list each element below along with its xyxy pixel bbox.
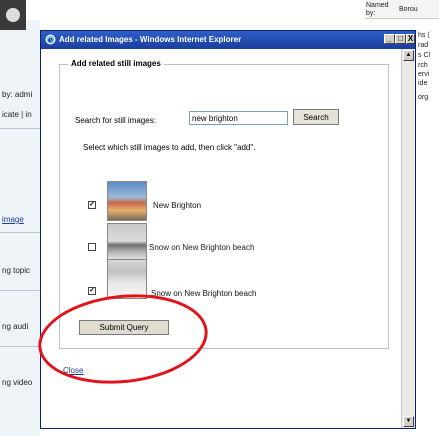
background-borough-label: Borou bbox=[399, 6, 418, 13]
image-caption-3: Snow on New Brighton beach bbox=[151, 289, 257, 298]
image-checkbox-1[interactable]: ✓ bbox=[88, 201, 96, 209]
background-page-left: by: admi icate | in image ng topic ng au… bbox=[0, 0, 40, 436]
background-link-audio[interactable]: ng audi bbox=[2, 322, 28, 331]
window-title: Add related Images - Windows Internet Ex… bbox=[59, 35, 242, 44]
minimize-button[interactable]: _ bbox=[384, 34, 395, 44]
scroll-down-icon[interactable]: ▼ bbox=[403, 416, 414, 427]
background-links[interactable]: icate | in bbox=[2, 110, 32, 119]
background-link-topic[interactable]: ng topic bbox=[2, 266, 30, 275]
background-page-right: hs ( rad s Cl rch ervi ide org bbox=[416, 30, 439, 110]
instruction-text: Select which still images to add, then c… bbox=[83, 143, 256, 152]
window-titlebar[interactable]: e Add related Images - Windows Internet … bbox=[41, 31, 415, 49]
background-named-label: Named bbox=[366, 2, 389, 9]
background-link-image[interactable]: image bbox=[2, 215, 24, 224]
background-divider bbox=[0, 290, 40, 291]
background-left-panel bbox=[0, 20, 40, 436]
background-by-label: by: bbox=[366, 10, 376, 17]
search-button[interactable]: Search bbox=[293, 109, 339, 125]
ie-icon: e bbox=[45, 34, 56, 45]
search-input[interactable] bbox=[189, 111, 288, 125]
background-divider bbox=[0, 232, 40, 233]
thumbnail-snow-beach-1 bbox=[107, 223, 147, 263]
search-label: Search for still images: bbox=[75, 116, 156, 125]
background-divider bbox=[0, 128, 40, 129]
image-caption-2: Snow on New Brighton beach bbox=[149, 243, 255, 252]
background-divider bbox=[0, 346, 40, 347]
scroll-up-icon[interactable]: ▲ bbox=[403, 50, 414, 61]
background-byline: by: admi bbox=[2, 90, 33, 99]
vertical-scrollbar[interactable]: ▲ ▼ bbox=[401, 49, 415, 428]
image-caption-1: New Brighton bbox=[153, 201, 202, 210]
thumbnail-snow-beach-2 bbox=[107, 259, 147, 299]
thumbnail-new-brighton bbox=[107, 181, 147, 221]
image-checkbox-3[interactable]: ✓ bbox=[88, 287, 96, 295]
image-checkbox-2[interactable] bbox=[88, 243, 96, 251]
fieldset-legend: Add related still images bbox=[68, 59, 164, 68]
background-thumbnail bbox=[0, 0, 26, 30]
background-link-video[interactable]: ng video bbox=[2, 378, 32, 387]
svg-text:e: e bbox=[48, 35, 53, 45]
close-window-button[interactable]: X bbox=[406, 34, 415, 44]
maximize-button[interactable]: □ bbox=[395, 34, 406, 44]
